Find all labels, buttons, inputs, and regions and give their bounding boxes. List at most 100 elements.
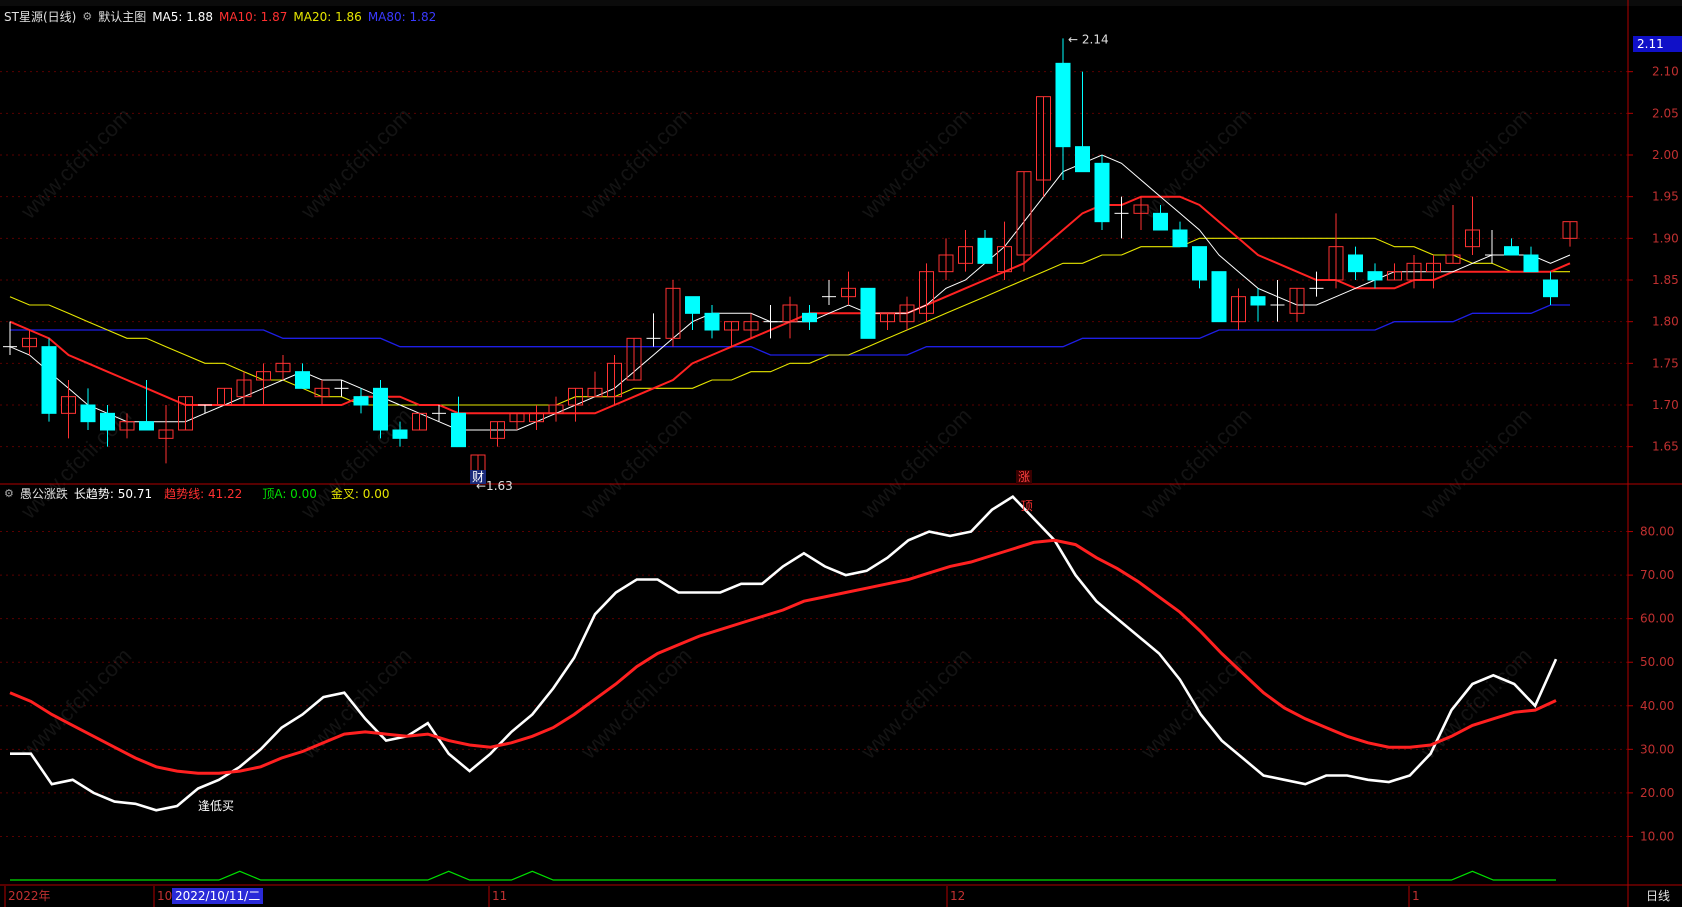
ma5-label: MA5: 1.88 [152, 9, 213, 24]
candle [353, 388, 369, 414]
candle-body-down [1504, 246, 1519, 256]
stock-chart[interactable]: www.cfchi.com www.cfchi.com www.cfchi.com w… [0, 0, 1682, 907]
candle [1270, 280, 1285, 322]
watermark-text: www.cfchi.com [1135, 403, 1256, 524]
candle [1094, 155, 1110, 230]
ma80-label: MA80: 1.82 [367, 9, 437, 24]
price-tick-label: 2.05 [1652, 106, 1679, 120]
top-a-label: 顶A: 0.00 [262, 487, 317, 501]
candle-body-down [295, 371, 310, 389]
candle [548, 396, 564, 422]
candle-body-down [802, 312, 817, 323]
candle [1387, 263, 1402, 281]
ma10-label: MA10: 1.87 [218, 9, 288, 24]
candle-body-down [1523, 254, 1539, 273]
candle [295, 363, 310, 389]
indicator-name[interactable]: 愚公涨跌 [20, 485, 68, 502]
template-name[interactable]: 默认主图 [98, 8, 146, 25]
candle [451, 396, 466, 448]
candle [802, 305, 817, 330]
candle [782, 296, 798, 339]
candle-body-down [392, 429, 408, 439]
long-trend-label: 长趋势: 50.71 [73, 487, 153, 501]
sub-tick-label: 10.00 [1640, 829, 1674, 843]
candle [158, 405, 174, 464]
candle [373, 380, 388, 439]
watermark-text: www.cfchi.com [575, 103, 696, 224]
candle-body-down [1543, 279, 1558, 298]
candle-body-down [860, 287, 876, 339]
watermark-text: www.cfchi.com [575, 643, 696, 764]
watermark-text: www.cfchi.com [295, 403, 416, 524]
sub-tick-label: 70.00 [1640, 568, 1674, 582]
event-marker-zhang: 涨 [1018, 469, 1030, 484]
date-label-oct: 10 [157, 889, 172, 903]
candle [665, 280, 681, 347]
sub-tick-label: 30.00 [1640, 742, 1674, 756]
candle [3, 321, 17, 355]
candle [1367, 263, 1383, 289]
candle [1036, 96, 1051, 197]
price-tick-label: 2.10 [1652, 65, 1679, 79]
candle [1231, 288, 1246, 330]
watermark-text: www.cfchi.com [1415, 103, 1536, 224]
price-tick-label: 1.95 [1652, 190, 1679, 204]
candle [275, 355, 291, 380]
candle [822, 280, 836, 305]
candle [1543, 271, 1558, 305]
candle [490, 421, 505, 447]
candle [178, 396, 193, 431]
candle-body-down [977, 237, 993, 264]
price-tick-label: 1.85 [1652, 273, 1679, 287]
candle-body-down [139, 421, 154, 431]
main-indicator-header: ST星源(日线) ⚙ 默认主图 MA5: 1.88 MA10: 1.87 MA2… [4, 8, 436, 25]
candle [587, 371, 603, 398]
candle-body-down [1211, 271, 1227, 323]
candle [1055, 38, 1071, 180]
period-label[interactable]: 日线 [1646, 887, 1670, 904]
cursor-date-tag: 2022/10/11/二 [172, 888, 264, 904]
candle [236, 371, 252, 405]
date-label-year: 2022年 [8, 889, 51, 903]
sub-series-line-0 [10, 495, 1558, 812]
sub-tick-label: 20.00 [1640, 786, 1674, 800]
price-tick-label: 2.00 [1652, 148, 1679, 162]
price-tick-label: 1.80 [1652, 315, 1679, 329]
stock-name[interactable]: ST星源(日线) [4, 8, 76, 25]
candle [1172, 221, 1188, 248]
top-signal-label: 顶 [1021, 499, 1033, 513]
watermark-text: www.cfchi.com [1135, 103, 1256, 224]
candle [256, 363, 271, 405]
event-marker-cai: 财 [472, 470, 484, 484]
candle [1328, 213, 1344, 289]
watermark-text: www.cfchi.com [855, 643, 976, 764]
buy-low-signal-label: 逢低买 [198, 799, 234, 813]
candle-body-down [451, 412, 466, 448]
settings-gear-icon[interactable]: ⚙ [82, 10, 92, 23]
sub-tick-label: 50.00 [1640, 655, 1674, 669]
candle [704, 305, 720, 339]
candle [743, 313, 759, 339]
date-label-jan: 1 [1412, 889, 1420, 903]
date-label-nov: 11 [492, 889, 507, 903]
candle [724, 321, 739, 347]
high-price-label: ← 2.14 [1068, 32, 1109, 46]
sub-settings-gear-icon[interactable]: ⚙ [4, 487, 14, 500]
candle [1192, 246, 1207, 289]
sub-series-line-2 [10, 870, 1556, 881]
candle [1075, 71, 1090, 173]
candle [938, 238, 954, 280]
candle [314, 380, 330, 405]
candle [646, 313, 661, 347]
candle [529, 405, 544, 430]
candle [1465, 196, 1480, 255]
price-tick-label: 1.65 [1652, 440, 1679, 454]
candle-body-down [1075, 146, 1090, 173]
sub-tick-label: 60.00 [1640, 612, 1674, 626]
candle [1485, 230, 1499, 264]
candle-body-down [373, 387, 388, 431]
candle [977, 230, 993, 264]
price-tick-label: 1.70 [1652, 398, 1679, 412]
candle [22, 330, 37, 355]
candle [626, 337, 642, 381]
